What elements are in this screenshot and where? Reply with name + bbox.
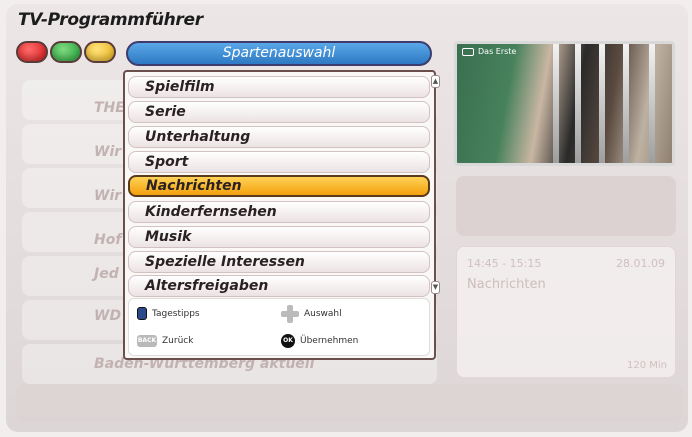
calendar-panel: [456, 176, 676, 236]
background-row-text: WD: [94, 308, 122, 324]
back-key-icon: BACK: [137, 335, 157, 347]
chevron-up-icon[interactable]: ▲: [431, 75, 440, 88]
chevron-down-icon[interactable]: ▼: [431, 281, 440, 294]
preview-bar: [553, 44, 559, 163]
channel-logo-icon: [462, 47, 474, 56]
menu-item-nachrichten[interactable]: Nachrichten: [128, 175, 430, 197]
menu-item-altersfreigaben[interactable]: Altersfreigaben: [128, 275, 430, 297]
menu-item-kinderfernsehen[interactable]: Kinderfernsehen: [128, 201, 430, 223]
color-key-group: [16, 41, 116, 63]
background-row-text: Hof: [94, 232, 122, 248]
preview-channel-name: Das Erste: [478, 47, 517, 56]
yellow-key-button[interactable]: [84, 41, 116, 63]
hint-tagestipps-label: Tagestipps: [152, 308, 200, 319]
hint-zurueck-label: Zurück: [162, 336, 194, 346]
menu-item-spezielle-interessen[interactable]: Spezielle Interessen: [128, 251, 430, 273]
dpad-icon: [281, 305, 299, 323]
green-key-button[interactable]: [50, 41, 82, 63]
preview-bar: [623, 44, 629, 163]
preview-channel: Das Erste: [462, 47, 516, 56]
hint-auswahl: Auswahl: [281, 305, 342, 323]
info-date: 28.01.09: [616, 257, 665, 270]
background-row-text: Jed: [94, 266, 119, 282]
ok-key-icon: OK: [281, 334, 295, 348]
red-key-button[interactable]: [16, 41, 48, 63]
hint-tagestipps: Tagestipps: [137, 307, 200, 320]
hint-uebernehmen-label: Übernehmen: [300, 336, 359, 346]
category-header: Spartenauswahl: [126, 41, 432, 66]
background-row-text: Wir: [94, 188, 122, 204]
info-time: 14:45 - 15:15: [467, 257, 542, 270]
menu-item-musik[interactable]: Musik: [128, 226, 430, 248]
live-tv-preview: Das Erste: [454, 41, 675, 166]
background-row-text: THE: [94, 100, 125, 116]
hint-auswahl-label: Auswahl: [304, 309, 342, 319]
menu-item-serie[interactable]: Serie: [128, 101, 430, 123]
program-info-panel: 14:45 - 15:15 28.01.09 Nachrichten 120 M…: [456, 246, 676, 378]
background-row-text: Wir: [94, 144, 122, 160]
menu-item-sport[interactable]: Sport: [128, 151, 430, 173]
menu-item-unterhaltung[interactable]: Unterhaltung: [128, 126, 430, 148]
preview-bar: [575, 44, 581, 163]
key-hint-panel: Tagestipps Auswahl BACK Zurück OK Überne…: [128, 298, 430, 356]
info-duration: 120 Min: [626, 360, 667, 371]
info-title: Nachrichten: [467, 277, 546, 292]
menu-item-spielfilm[interactable]: Spielfilm: [128, 76, 430, 98]
footer-bar: [16, 384, 682, 422]
preview-bar: [599, 44, 605, 163]
app-title: TV-Programmführer: [18, 10, 203, 30]
hint-uebernehmen: OK Übernehmen: [281, 334, 358, 348]
hint-zurueck: BACK Zurück: [137, 335, 193, 347]
genre-menu: Spielfilm Serie Unterhaltung Sport Nachr…: [123, 70, 440, 360]
preview-bar: [649, 44, 655, 163]
blue-key-icon: [137, 307, 147, 320]
